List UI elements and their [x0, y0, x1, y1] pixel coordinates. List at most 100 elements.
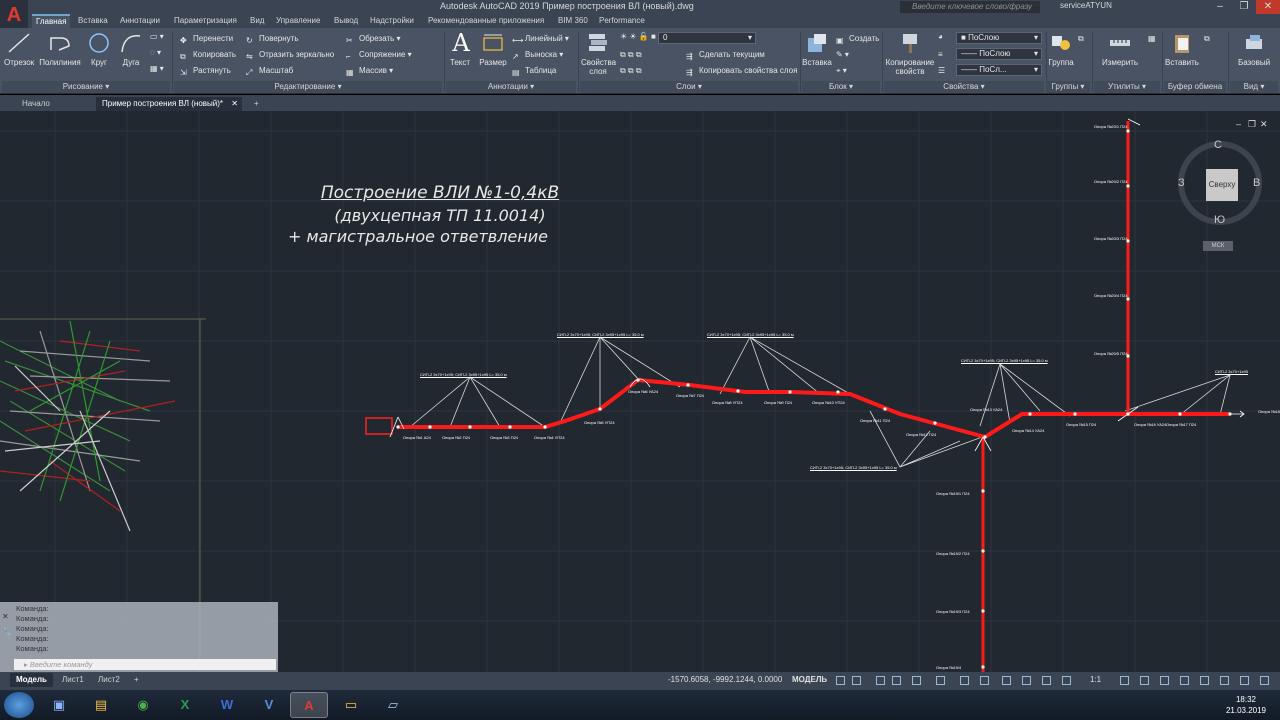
- tab-bim360[interactable]: BIM 360: [554, 14, 592, 28]
- line-button[interactable]: Отрезок: [4, 30, 34, 67]
- tab-output[interactable]: Вывод: [330, 14, 362, 28]
- region-icon[interactable]: ▦ ▾: [150, 62, 164, 76]
- file-tab-start[interactable]: Начало: [16, 97, 56, 111]
- panel-title-clipboard[interactable]: Буфер обмена: [1164, 81, 1226, 93]
- circle-button[interactable]: Круг: [86, 30, 112, 67]
- group-tools-icon[interactable]: ⧉: [1078, 32, 1084, 46]
- viewcube-top-face[interactable]: Сверху: [1206, 169, 1238, 201]
- drawing-canvas[interactable]: Построение ВЛИ №1-0,4кВ (двухцепная ТП 1…: [0, 111, 1280, 672]
- annotation-add-icon[interactable]: [1140, 676, 1149, 685]
- linetype-dropdown[interactable]: —— ПоСлою ▾: [956, 48, 1042, 60]
- search-input[interactable]: Введите ключевое слово/фразу: [900, 1, 1040, 13]
- new-tab-icon[interactable]: +: [248, 97, 265, 111]
- lineweight-dropdown[interactable]: —— ПоСл... ▾: [956, 64, 1042, 76]
- lineweight-icon[interactable]: ≡: [938, 48, 943, 62]
- base-view-button[interactable]: Базовый: [1236, 30, 1272, 67]
- polar-icon[interactable]: [912, 676, 921, 685]
- word-icon[interactable]: W: [208, 692, 246, 718]
- trim-button[interactable]: ✂ Обрезать ▾: [346, 32, 401, 46]
- tab-manage[interactable]: Управление: [272, 14, 324, 28]
- dimension-button[interactable]: Размер: [478, 30, 508, 67]
- linear-dim-button[interactable]: ⟷ Линейный ▾: [512, 32, 569, 46]
- visio-icon[interactable]: V: [250, 692, 288, 718]
- rotate-button[interactable]: ↻ Повернуть: [246, 32, 299, 46]
- wrench-icon[interactable]: 🔧: [2, 628, 12, 637]
- viewport-restore-icon[interactable]: ❐: [1248, 119, 1256, 130]
- copy-button[interactable]: ⧉ Копировать: [180, 48, 236, 62]
- file-explorer-icon[interactable]: ▤: [82, 692, 120, 718]
- layer-state-icons[interactable]: ☀ ☀ 🔓 ■: [620, 30, 656, 44]
- infer-icon[interactable]: [876, 676, 885, 685]
- viewcube-south[interactable]: Ю: [1214, 214, 1225, 226]
- tab-parametric[interactable]: Параметризация: [170, 14, 241, 28]
- close-tab-icon[interactable]: ✕: [231, 97, 238, 111]
- cursor-coordinates[interactable]: -1570.6058, -9992.1244, 0.0000: [668, 675, 782, 684]
- color-wheel-icon[interactable]: ◕: [938, 30, 943, 44]
- tab-model[interactable]: Модель: [10, 673, 53, 687]
- arc-button[interactable]: Дуга: [118, 30, 144, 67]
- layer-tools-2[interactable]: ⧉ ⧉ ⧉: [620, 64, 642, 78]
- wcs-dropdown[interactable]: МСК: [1203, 241, 1233, 251]
- add-layout-icon[interactable]: +: [128, 673, 145, 687]
- text-button[interactable]: A Текст: [448, 30, 472, 67]
- workspace-gear-icon[interactable]: [1120, 676, 1129, 685]
- tab-sheet2[interactable]: Лист2: [92, 673, 126, 687]
- group-button[interactable]: Группа: [1046, 30, 1076, 67]
- linetype-icon[interactable]: ☰: [938, 64, 945, 78]
- command-input[interactable]: ▸ Введите команду: [14, 659, 276, 670]
- ortho-icon[interactable]: [892, 676, 901, 685]
- tab-performance[interactable]: Performance: [595, 14, 649, 28]
- match-properties-button[interactable]: Копирование свойств: [884, 30, 936, 76]
- panel-title-draw[interactable]: Рисование ▾: [2, 81, 170, 93]
- match-layer-button[interactable]: ⇶ Копировать свойства слоя: [686, 64, 797, 78]
- close-icon[interactable]: ✕: [2, 612, 9, 621]
- copy-clip-icon[interactable]: ⧉: [1204, 32, 1210, 46]
- panel-title-block[interactable]: Блок ▾: [802, 81, 880, 93]
- fillet-button[interactable]: ⌐ Сопряжение ▾: [346, 48, 412, 62]
- viewport-close-icon[interactable]: ✕: [1260, 119, 1268, 130]
- polyline-button[interactable]: Полилиния: [38, 30, 82, 67]
- user-account[interactable]: serviceATYUN: [1060, 1, 1112, 10]
- viewcube-east[interactable]: В: [1253, 177, 1260, 189]
- panel-title-annotation[interactable]: Аннотации ▾: [446, 81, 576, 93]
- viewport-minimize-icon[interactable]: –: [1236, 119, 1241, 129]
- table-button[interactable]: ▤ Таблица: [512, 64, 556, 78]
- units-icon[interactable]: [1160, 676, 1169, 685]
- panel-title-utilities[interactable]: Утилиты ▾: [1094, 81, 1160, 93]
- main-power-line[interactable]: [398, 377, 1230, 440]
- app-menu-button[interactable]: A: [0, 0, 28, 30]
- excel-icon[interactable]: X: [166, 692, 204, 718]
- model-space-toggle[interactable]: МОДЕЛЬ: [792, 675, 827, 684]
- lineweight-toggle-icon[interactable]: [1002, 676, 1011, 685]
- measure-button[interactable]: Измерить: [1100, 30, 1140, 67]
- edit-block-icon[interactable]: ✎ ▾: [836, 48, 849, 62]
- folder-icon[interactable]: ▭: [332, 692, 370, 718]
- array-button[interactable]: ▦ Массив ▾: [346, 64, 393, 78]
- quick-properties-icon[interactable]: [1180, 676, 1189, 685]
- move-button[interactable]: ✥ Перенести: [180, 32, 233, 46]
- tab-addins[interactable]: Надстройки: [366, 14, 418, 28]
- rectangle-icon[interactable]: ▭ ▾: [150, 30, 164, 44]
- panel-title-properties[interactable]: Свойства ▾: [884, 81, 1044, 93]
- transparency-icon[interactable]: [1022, 676, 1031, 685]
- layer-properties-button[interactable]: Свойства слоя: [580, 30, 616, 76]
- viewcube-west[interactable]: З: [1178, 177, 1185, 189]
- leader-button[interactable]: ↗ Выноска ▾: [512, 48, 563, 62]
- scale-button[interactable]: ⤢ Масштаб: [246, 64, 293, 78]
- color-dropdown[interactable]: ■ ПоСлою ▾: [956, 32, 1042, 44]
- create-block-button[interactable]: ▣ Создать: [836, 32, 879, 46]
- tab-annotate[interactable]: Аннотации: [116, 14, 164, 28]
- start-button[interactable]: [4, 692, 34, 718]
- utility-tools-icon[interactable]: ▦: [1148, 32, 1156, 46]
- clean-screen-icon[interactable]: [1240, 676, 1249, 685]
- hardware-acceleration-icon[interactable]: [1200, 676, 1209, 685]
- grid-icon[interactable]: [836, 676, 845, 685]
- osnap-icon[interactable]: [960, 676, 969, 685]
- annotation-scale[interactable]: 1:1: [1090, 675, 1101, 684]
- tab-view[interactable]: Вид: [246, 14, 268, 28]
- stretch-button[interactable]: ⇲ Растянуть: [180, 64, 231, 78]
- system-clock[interactable]: 18:32 21.03.2019: [1218, 694, 1274, 716]
- autocad-icon[interactable]: A: [290, 692, 328, 718]
- isodraft-icon[interactable]: [936, 676, 945, 685]
- tab-home[interactable]: Главная: [32, 14, 71, 28]
